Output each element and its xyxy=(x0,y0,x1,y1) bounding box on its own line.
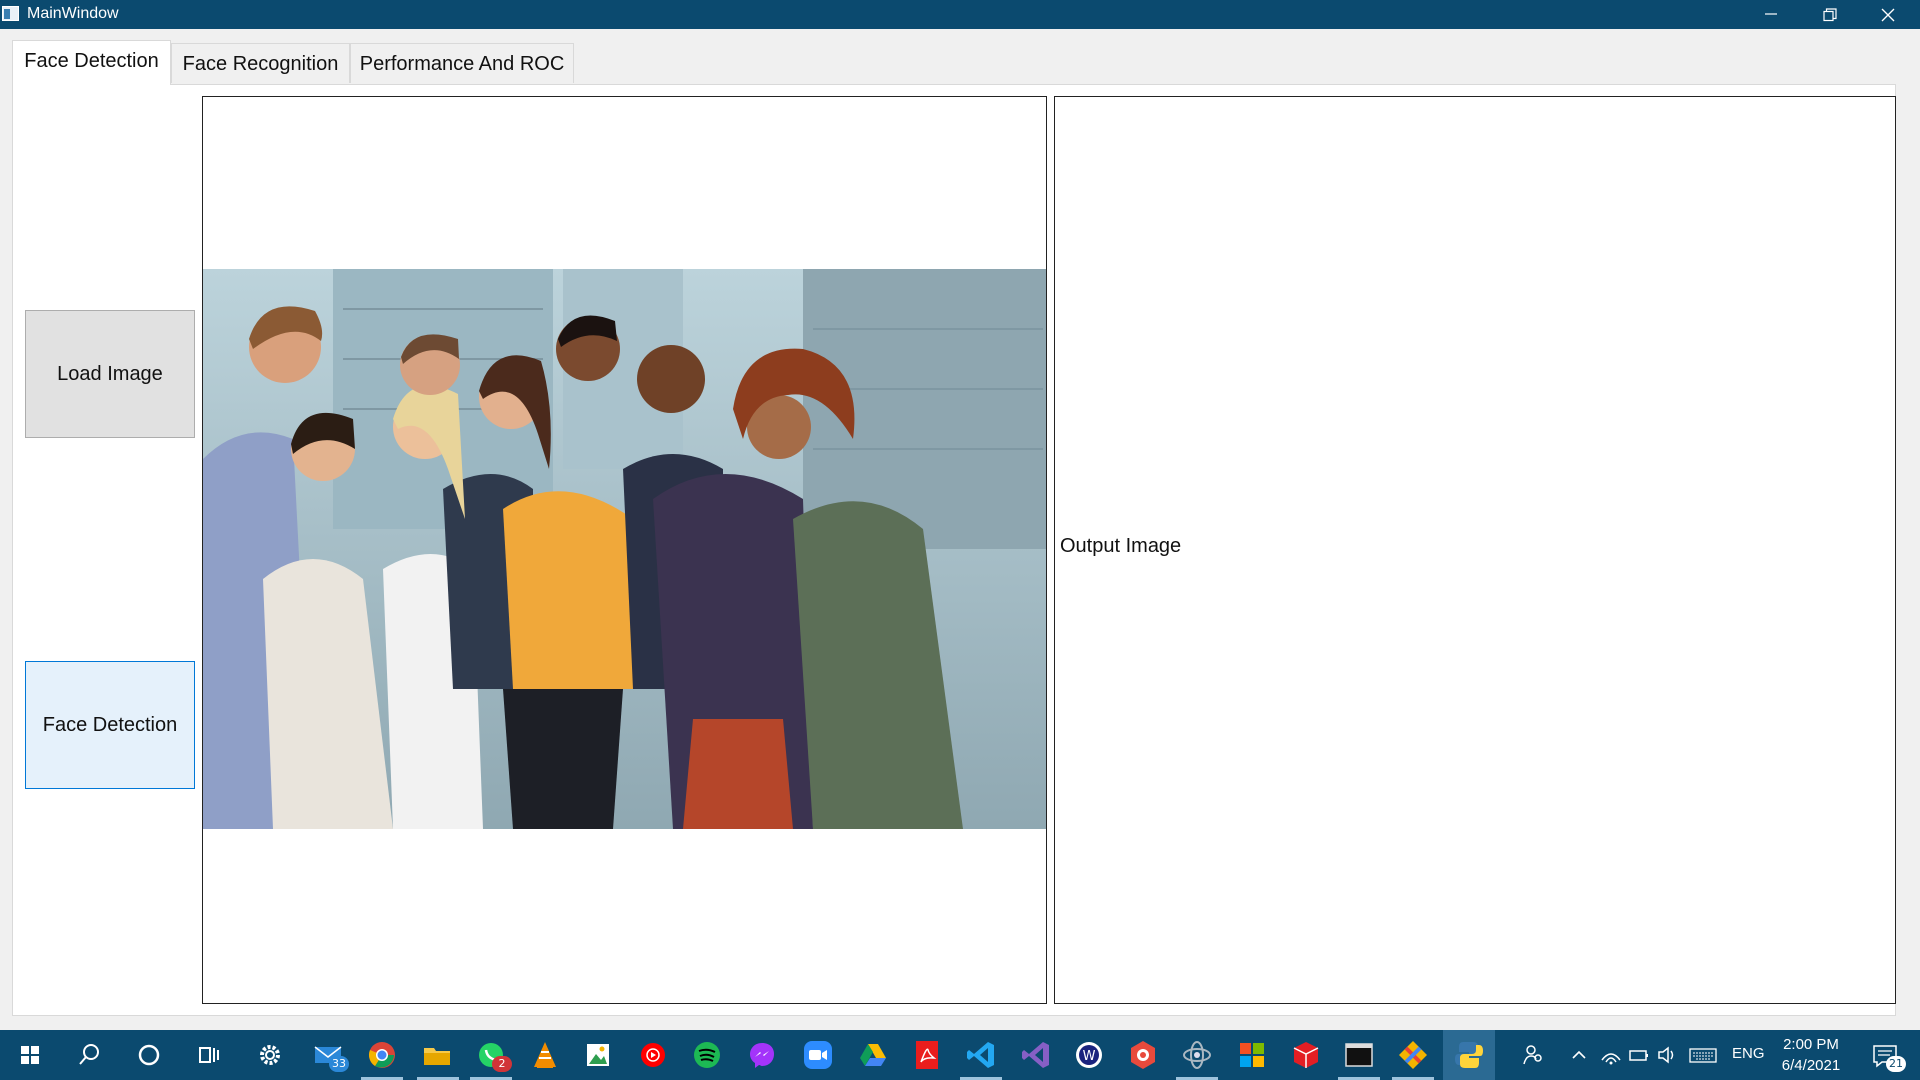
output-image-frame: Output Image xyxy=(1054,96,1896,1004)
ms-office-icon[interactable] xyxy=(1235,1038,1269,1072)
app-w-icon[interactable]: W xyxy=(1072,1038,1106,1072)
qt-designer-icon[interactable] xyxy=(1180,1038,1214,1072)
close-button[interactable] xyxy=(1858,0,1918,29)
notifications-icon[interactable]: 21 xyxy=(1868,1038,1906,1072)
output-image-label: Output Image xyxy=(1060,535,1182,557)
cortana-icon[interactable] xyxy=(132,1038,166,1072)
clock-time: 2:00 PM xyxy=(1783,1036,1839,1053)
tab-performance-roc[interactable]: Performance And ROC xyxy=(350,43,574,83)
spotify-icon[interactable] xyxy=(690,1038,724,1072)
keyboard-icon[interactable] xyxy=(1686,1038,1720,1072)
window-title: MainWindow xyxy=(27,5,119,22)
zoom-icon[interactable] xyxy=(801,1038,835,1072)
3d-box-icon[interactable] xyxy=(1289,1038,1323,1072)
taskbar: 33 2 W ENG 2:00 PM 6/4/2021 21 xyxy=(0,1030,1920,1080)
window-app-icon xyxy=(2,6,19,21)
minimize-button[interactable] xyxy=(1741,0,1801,29)
acrobat-icon[interactable] xyxy=(910,1038,944,1072)
vscode-icon[interactable] xyxy=(964,1038,998,1072)
mail-icon[interactable]: 33 xyxy=(311,1038,349,1072)
image-viewer-icon[interactable] xyxy=(581,1038,615,1072)
terminal-icon[interactable] xyxy=(1342,1038,1376,1072)
visual-studio-icon[interactable] xyxy=(1019,1038,1053,1072)
chrome-icon[interactable] xyxy=(365,1038,399,1072)
language-indicator[interactable]: ENG xyxy=(1732,1045,1765,1062)
notifications-badge: 21 xyxy=(1886,1056,1906,1072)
minimize-icon xyxy=(1765,13,1777,15)
task-view-icon[interactable] xyxy=(192,1038,226,1072)
tab-face-detection[interactable]: Face Detection xyxy=(12,40,171,85)
title-bar: MainWindow xyxy=(0,0,1920,29)
group-photo-image xyxy=(203,269,1046,829)
restore-button[interactable] xyxy=(1800,0,1860,29)
settings-icon[interactable] xyxy=(253,1038,287,1072)
start-icon[interactable] xyxy=(13,1038,47,1072)
input-image-frame xyxy=(202,96,1047,1004)
svg-text:W: W xyxy=(1083,1049,1096,1064)
tab-face-recognition[interactable]: Face Recognition xyxy=(171,43,350,83)
people-icon[interactable] xyxy=(1516,1038,1550,1072)
chevron-up-icon[interactable] xyxy=(1562,1038,1596,1072)
load-image-button[interactable]: Load Image xyxy=(25,310,195,438)
restore-icon xyxy=(1823,8,1837,22)
file-explorer-icon[interactable] xyxy=(420,1038,454,1072)
python-icon[interactable] xyxy=(1452,1038,1486,1072)
vlc-icon[interactable] xyxy=(528,1038,562,1072)
messenger-icon[interactable] xyxy=(745,1038,779,1072)
google-drive-icon[interactable] xyxy=(856,1038,890,1072)
search-icon[interactable] xyxy=(72,1038,106,1072)
mail-badge: 33 xyxy=(329,1056,349,1072)
clock-date: 6/4/2021 xyxy=(1781,1057,1841,1074)
whatsapp-badge: 2 xyxy=(492,1056,512,1072)
face-detection-button[interactable]: Face Detection xyxy=(25,661,195,789)
whatsapp-icon[interactable]: 2 xyxy=(474,1038,512,1072)
git-icon[interactable] xyxy=(1396,1038,1430,1072)
youtube-music-icon[interactable] xyxy=(636,1038,670,1072)
app-red-icon[interactable] xyxy=(1126,1038,1160,1072)
close-icon xyxy=(1881,8,1895,22)
clock[interactable]: 2:00 PM 6/4/2021 xyxy=(1768,1034,1854,1076)
volume-icon[interactable] xyxy=(1650,1038,1684,1072)
